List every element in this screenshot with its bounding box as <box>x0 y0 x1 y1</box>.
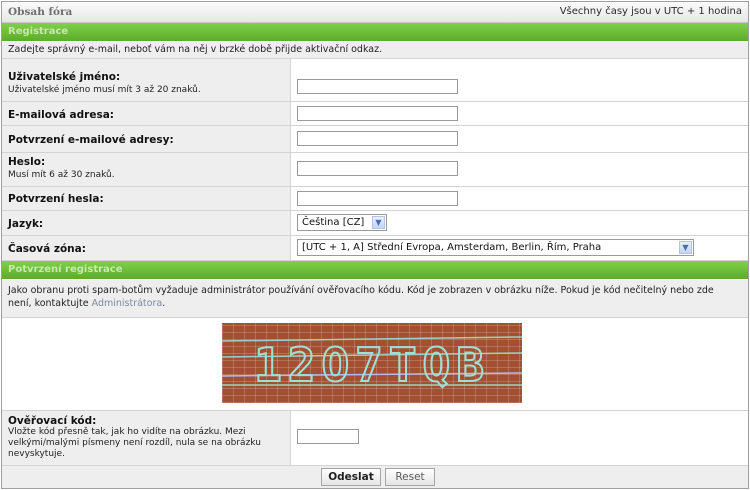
email-confirm-label-cell: Potvrzení e-mailové adresy: <box>2 126 291 152</box>
timezone-value-cell: [UTC + 1, A] Střední Evropa, Amsterdam, … <box>291 236 748 260</box>
form-buttons: Odeslat Reset <box>2 466 748 488</box>
reset-button[interactable]: Reset <box>385 468 435 486</box>
password-help: Musí mít 6 až 30 znaků. <box>8 170 115 180</box>
username-label: Uživatelské jméno: <box>8 71 121 83</box>
verification-value-cell <box>291 411 748 465</box>
email-input[interactable] <box>297 106 458 121</box>
email-confirm-row: Potvrzení e-mailové adresy: <box>2 126 748 153</box>
language-label-cell: Jazyk: <box>2 211 291 235</box>
chevron-down-icon[interactable]: ▼ <box>372 216 385 229</box>
timezone-label: Časová zóna: <box>8 243 86 255</box>
timezone-label-cell: Časová zóna: <box>2 236 291 260</box>
password-input[interactable] <box>297 161 458 176</box>
admin-link[interactable]: Administrátora <box>92 298 163 309</box>
password-value-cell <box>291 153 748 186</box>
password-confirm-label: Potvrzení hesla: <box>8 193 104 205</box>
timezone-selected: [UTC + 1, A] Střední Evropa, Amsterdam, … <box>302 242 602 253</box>
timezone-select[interactable]: [UTC + 1, A] Střední Evropa, Amsterdam, … <box>297 239 694 256</box>
captcha-row: 12O7TQB <box>2 318 748 411</box>
confirmation-info: Jako obranu proti spam-botům vyžaduje ad… <box>2 280 748 318</box>
confirmation-text-end: . <box>162 298 166 309</box>
language-select[interactable]: Čeština [CZ] ▼ <box>297 214 387 231</box>
email-confirm-input[interactable] <box>297 131 458 146</box>
language-row: Jazyk: Čeština [CZ] ▼ <box>2 211 748 236</box>
username-input[interactable] <box>297 79 458 94</box>
chevron-down-icon[interactable]: ▼ <box>679 241 692 254</box>
password-row: Heslo: Musí mít 6 až 30 znaků. <box>2 153 748 187</box>
password-confirm-row: Potvrzení hesla: <box>2 187 748 211</box>
submit-button[interactable]: Odeslat <box>321 468 381 486</box>
registration-panel: Obsah fóra Všechny časy jsou v UTC + 1 h… <box>1 1 749 489</box>
verification-code-input[interactable] <box>297 429 359 444</box>
password-confirm-label-cell: Potvrzení hesla: <box>2 187 291 210</box>
username-value-cell <box>291 59 748 101</box>
section-confirmation: Potvrzení registrace <box>2 261 748 279</box>
email-confirm-label: Potvrzení e-mailové adresy: <box>8 134 174 146</box>
top-bar: Obsah fóra Všechny časy jsou v UTC + 1 h… <box>2 2 748 23</box>
password-confirm-input[interactable] <box>297 191 458 206</box>
forum-index-link[interactable]: Obsah fóra <box>8 2 72 22</box>
password-confirm-value-cell <box>291 187 748 210</box>
registration-intro: Zadejte správný e-mail, neboť vám na něj… <box>2 42 748 59</box>
username-label-cell: Uživatelské jméno: Uživatelské jméno mus… <box>2 59 291 101</box>
language-label: Jazyk: <box>8 218 44 230</box>
verification-row: Ověřovací kód: Vložte kód přesně tak, ja… <box>2 411 748 466</box>
captcha-image: 12O7TQB <box>221 323 523 403</box>
username-help: Uživatelské jméno musí mít 3 až 20 znaků… <box>8 85 201 95</box>
verification-help: Vložte kód přesně tak, jak ho vidíte na … <box>8 427 261 459</box>
section-registration: Registrace <box>2 23 748 41</box>
confirmation-text-block: Jako obranu proti spam-botům vyžaduje ad… <box>8 284 740 310</box>
captcha-code: 12O7TQB <box>254 338 490 392</box>
password-label-cell: Heslo: Musí mít 6 až 30 znaků. <box>2 153 291 186</box>
language-value-cell: Čeština [CZ] ▼ <box>291 211 748 235</box>
email-row: E-mailová adresa: <box>2 102 748 126</box>
username-row: Uživatelské jméno: Uživatelské jméno mus… <box>2 59 748 102</box>
email-label: E-mailová adresa: <box>8 109 114 121</box>
email-label-cell: E-mailová adresa: <box>2 102 291 125</box>
email-confirm-value-cell <box>291 126 748 152</box>
intro-text: Zadejte správný e-mail, neboť vám na něj… <box>8 44 383 55</box>
timezone-row: Časová zóna: [UTC + 1, A] Střední Evropa… <box>2 236 748 261</box>
timezone-info: Všechny časy jsou v UTC + 1 hodina <box>559 6 742 17</box>
password-label: Heslo: <box>8 156 46 168</box>
verification-label: Ověřovací kód: <box>8 415 97 427</box>
email-value-cell <box>291 102 748 125</box>
captcha-graphic: 12O7TQB <box>221 336 523 393</box>
language-selected: Čeština [CZ] <box>302 217 365 228</box>
verification-label-cell: Ověřovací kód: Vložte kód přesně tak, ja… <box>2 411 291 465</box>
